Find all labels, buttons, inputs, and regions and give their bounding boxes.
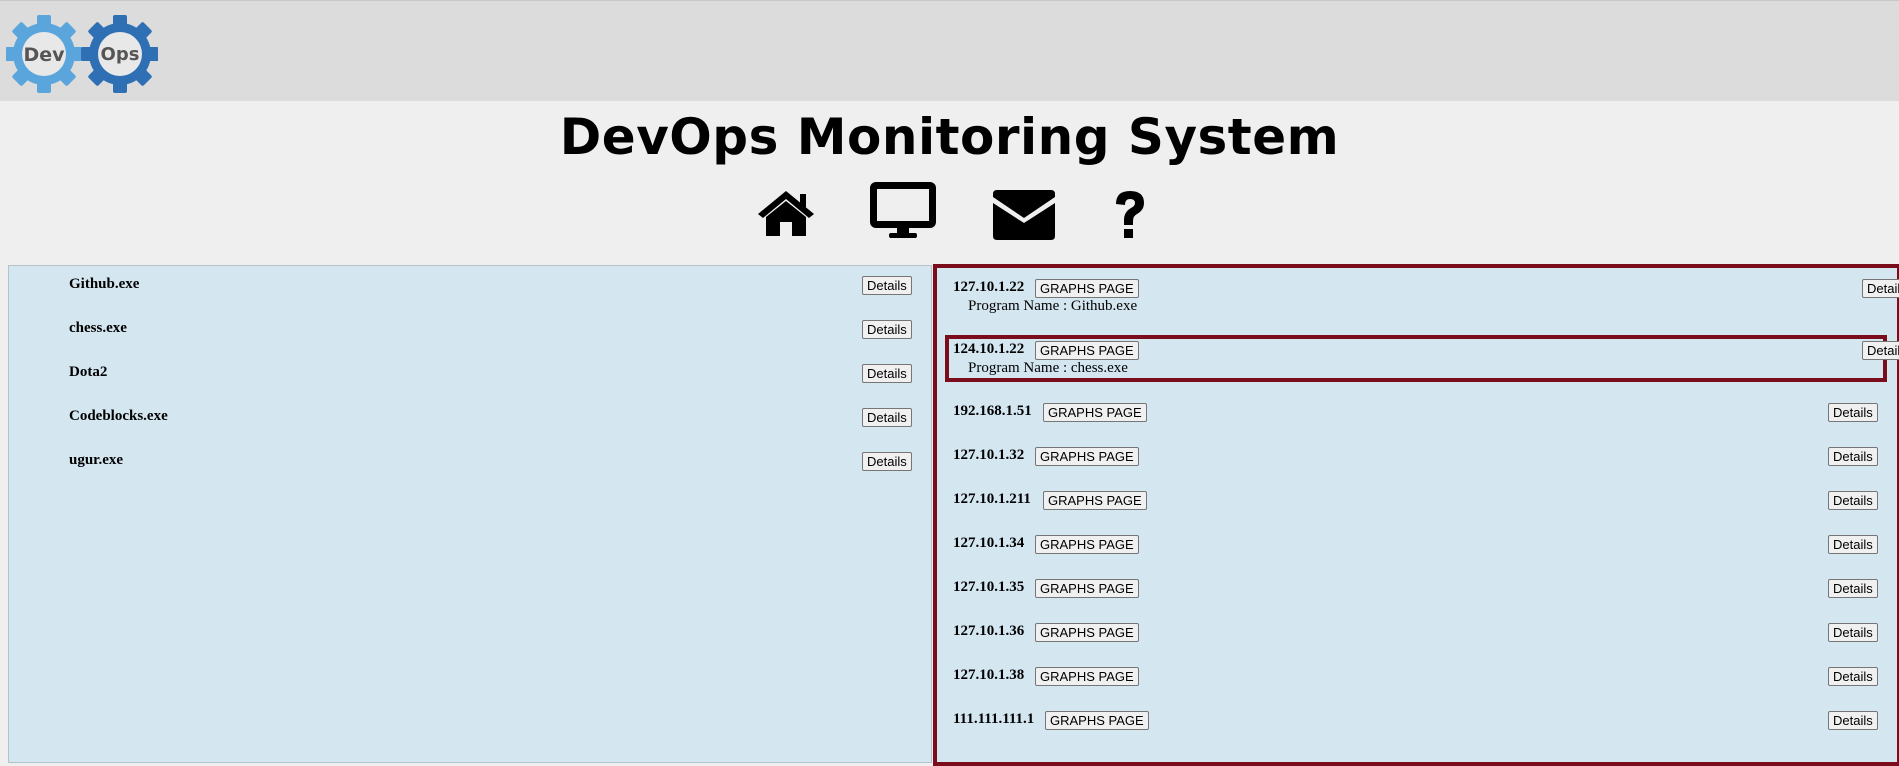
logo-dev-text: Dev bbox=[23, 44, 65, 66]
graphs-page-button[interactable]: GRAPHS PAGE bbox=[1045, 711, 1149, 730]
devops-logo: Dev Ops bbox=[6, 15, 158, 93]
ops-gear-icon: Ops bbox=[81, 15, 158, 93]
nav-icon-bar bbox=[0, 178, 1899, 248]
program-name: Github.exe bbox=[69, 276, 140, 292]
host-row[interactable]: 127.10.1.22 GRAPHS PAGE Details Program … bbox=[937, 279, 1899, 319]
program-name: ugur.exe bbox=[69, 452, 124, 468]
host-ip: 111.111.111.1 bbox=[953, 711, 1035, 727]
host-details-button[interactable]: Details bbox=[1828, 579, 1878, 598]
host-row[interactable]: 127.10.1.36 GRAPHS PAGE Details bbox=[937, 623, 1897, 663]
host-ip: 124.10.1.22 bbox=[953, 341, 1025, 357]
graphs-page-button[interactable]: GRAPHS PAGE bbox=[1043, 491, 1147, 510]
home-icon[interactable] bbox=[756, 188, 816, 238]
host-details-button[interactable]: Details bbox=[1828, 667, 1878, 686]
host-row[interactable]: 127.10.1.38 GRAPHS PAGE Details bbox=[937, 667, 1897, 707]
top-header-bar: Dev Ops bbox=[0, 0, 1899, 101]
graphs-page-button[interactable]: GRAPHS PAGE bbox=[1035, 279, 1139, 298]
host-details-button[interactable]: Details bbox=[1828, 535, 1878, 554]
program-name: Dota2 bbox=[69, 364, 108, 380]
host-row-selected[interactable]: 124.10.1.22 GRAPHS PAGE Details Program … bbox=[937, 341, 1899, 381]
host-ip: 127.10.1.35 bbox=[953, 579, 1025, 595]
graphs-page-button[interactable]: GRAPHS PAGE bbox=[1035, 623, 1139, 642]
page-title: DevOps Monitoring System bbox=[559, 108, 1340, 166]
graphs-page-button[interactable]: GRAPHS PAGE bbox=[1035, 447, 1139, 466]
host-row[interactable]: 111.111.111.1 GRAPHS PAGE Details bbox=[937, 711, 1897, 751]
graphs-page-button[interactable]: GRAPHS PAGE bbox=[1035, 341, 1139, 360]
program-row: Codeblocks.exe Details bbox=[9, 408, 931, 438]
host-row[interactable]: 127.10.1.35 GRAPHS PAGE Details bbox=[937, 579, 1897, 619]
hosts-panel: 127.10.1.22 GRAPHS PAGE Details Program … bbox=[933, 264, 1899, 766]
logo-ops-text: Ops bbox=[101, 44, 140, 65]
host-details-button[interactable]: Details bbox=[1862, 279, 1899, 298]
graphs-page-button[interactable]: GRAPHS PAGE bbox=[1035, 667, 1139, 686]
host-details-button[interactable]: Details bbox=[1828, 403, 1878, 422]
host-details-button[interactable]: Details bbox=[1828, 491, 1878, 510]
program-row: ugur.exe Details bbox=[9, 452, 931, 482]
host-details-button[interactable]: Details bbox=[1862, 341, 1899, 360]
host-ip: 127.10.1.38 bbox=[953, 667, 1025, 683]
graphs-page-button[interactable]: GRAPHS PAGE bbox=[1035, 535, 1139, 554]
host-row[interactable]: 192.168.1.51 GRAPHS PAGE Details bbox=[937, 403, 1897, 443]
program-details-button[interactable]: Details bbox=[862, 276, 912, 295]
programs-panel: Github.exe Details chess.exe Details Dot… bbox=[8, 265, 932, 763]
graphs-page-button[interactable]: GRAPHS PAGE bbox=[1043, 403, 1147, 422]
host-details-button[interactable]: Details bbox=[1828, 711, 1878, 730]
host-ip: 192.168.1.51 bbox=[953, 403, 1032, 419]
host-ip: 127.10.1.32 bbox=[953, 447, 1025, 463]
host-program-name: Program Name : Github.exe bbox=[968, 298, 1138, 314]
program-name: Codeblocks.exe bbox=[69, 408, 168, 424]
host-details-button[interactable]: Details bbox=[1828, 623, 1878, 642]
monitor-icon[interactable] bbox=[868, 180, 938, 240]
program-row: chess.exe Details bbox=[9, 320, 931, 350]
program-row: Github.exe Details bbox=[9, 276, 931, 306]
program-row: Dota2 Details bbox=[9, 364, 931, 394]
host-details-button[interactable]: Details bbox=[1828, 447, 1878, 466]
host-ip: 127.10.1.36 bbox=[953, 623, 1025, 639]
host-row[interactable]: 127.10.1.32 GRAPHS PAGE Details bbox=[937, 447, 1897, 487]
mail-icon[interactable] bbox=[990, 188, 1058, 242]
program-details-button[interactable]: Details bbox=[862, 408, 912, 427]
dev-gear-icon: Dev bbox=[6, 15, 83, 93]
program-details-button[interactable]: Details bbox=[862, 320, 912, 339]
host-ip: 127.10.1.34 bbox=[953, 535, 1025, 551]
host-row[interactable]: 127.10.1.211 GRAPHS PAGE Details bbox=[937, 491, 1897, 531]
program-details-button[interactable]: Details bbox=[862, 364, 912, 383]
host-ip: 127.10.1.22 bbox=[953, 279, 1025, 295]
program-name: chess.exe bbox=[69, 320, 127, 336]
host-program-name: Program Name : chess.exe bbox=[968, 360, 1128, 376]
host-row[interactable]: 127.10.1.34 GRAPHS PAGE Details bbox=[937, 535, 1897, 575]
help-icon[interactable] bbox=[1110, 188, 1150, 242]
graphs-page-button[interactable]: GRAPHS PAGE bbox=[1035, 579, 1139, 598]
host-ip: 127.10.1.211 bbox=[953, 491, 1031, 507]
program-details-button[interactable]: Details bbox=[862, 452, 912, 471]
